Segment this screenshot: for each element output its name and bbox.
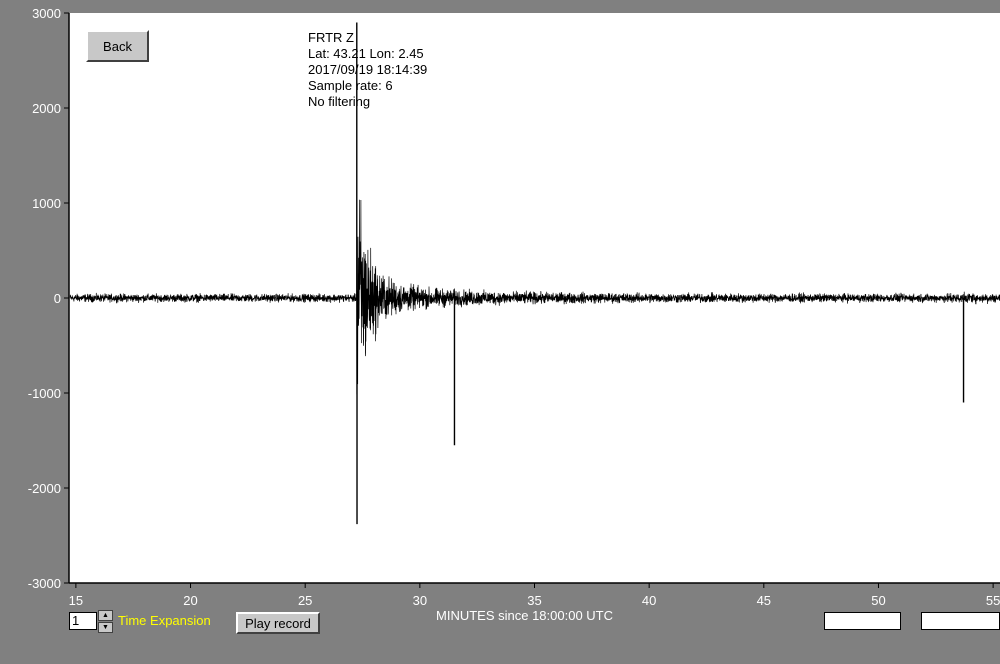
sample-rate: Sample rate: 6: [308, 78, 393, 93]
filter-status: No filtering: [308, 94, 371, 109]
arrow-up-icon[interactable]: ▲: [98, 610, 113, 621]
y-axis: 3000 2000 1000 0 -1000 -2000 -3000: [28, 6, 69, 591]
station-location: Lat: 43.21 Lon: 2.45: [308, 46, 424, 61]
time-expansion-label: Time Expansion: [118, 613, 211, 628]
x-tick-label: 20: [183, 593, 197, 608]
record-datetime: 2017/09/19 18:14:39: [308, 62, 428, 77]
play-record-button[interactable]: Play record: [236, 612, 320, 634]
station-info: FRTR Z Lat: 43.21 Lon: 2.45 2017/09/19 1…: [308, 30, 427, 110]
x-axis: 15 20 25 30 35 40 45 50 55: [69, 583, 1000, 608]
x-axis-label: MINUTES since 18:00:00 UTC: [436, 608, 614, 623]
x-tick-label: 45: [757, 593, 771, 608]
station-name: FRTR Z: [308, 30, 354, 45]
time-expansion-input[interactable]: 1: [69, 612, 97, 630]
seismogram-chart: 3000 2000 1000 0 -1000 -2000 -3000 15 20 25 30 35 4…: [28, 6, 1000, 608]
x-tick-label: 50: [871, 593, 885, 608]
x-tick-label: 25: [298, 593, 312, 608]
y-tick-label: -2000: [28, 481, 61, 496]
back-button[interactable]: Back: [86, 30, 149, 62]
y-tick-label: -1000: [28, 386, 61, 401]
readout-box-2[interactable]: [921, 612, 1000, 630]
x-tick-label: 40: [642, 593, 656, 608]
y-tick-label: 1000: [32, 196, 61, 211]
arrow-down-icon[interactable]: ▼: [98, 622, 113, 633]
readout-box-1[interactable]: [824, 612, 901, 630]
y-tick-label: -3000: [28, 576, 61, 591]
x-tick-label: 35: [527, 593, 541, 608]
y-tick-label: 0: [54, 291, 61, 306]
y-tick-label: 3000: [32, 6, 61, 21]
x-tick-label: 30: [413, 593, 427, 608]
x-tick-label: 55: [986, 593, 1000, 608]
y-tick-label: 2000: [32, 101, 61, 116]
x-tick-label: 15: [69, 593, 83, 608]
